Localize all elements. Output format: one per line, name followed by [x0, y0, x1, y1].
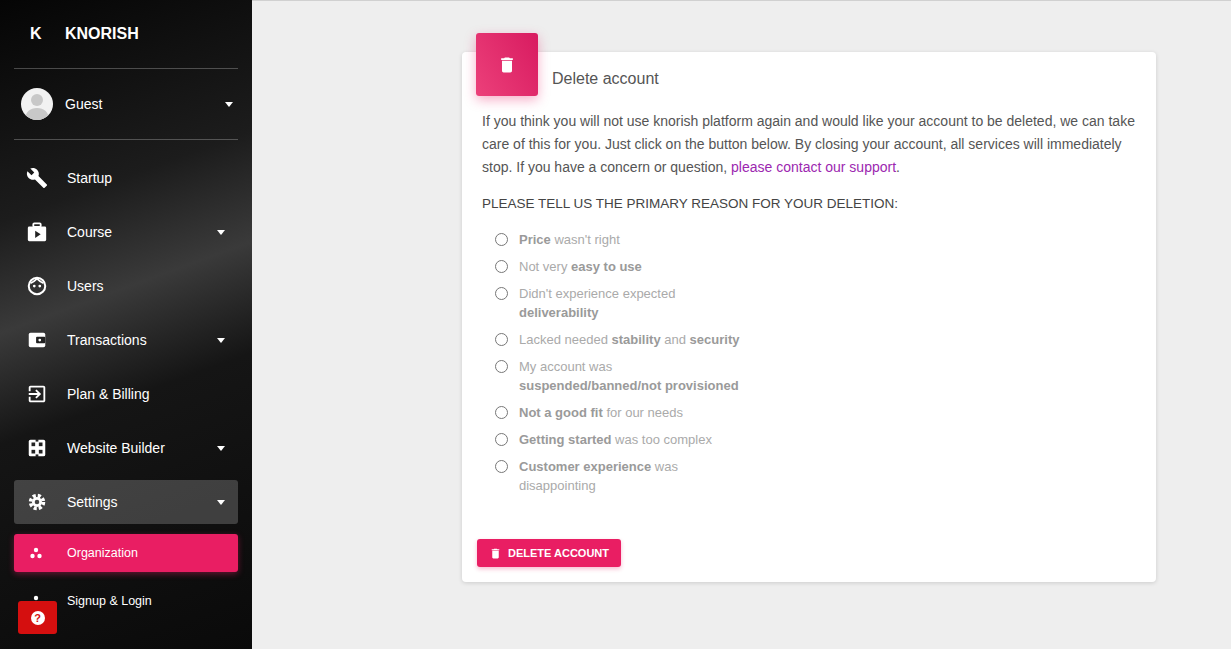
- brand-logo[interactable]: K: [30, 25, 65, 43]
- sidebar-item-label[interactable]: Settings: [67, 494, 118, 510]
- reason-text[interactable]: for our needs: [603, 405, 683, 420]
- radio-button[interactable]: [495, 260, 508, 273]
- face-icon: [26, 275, 48, 297]
- reason-option[interactable]: Not a good fit for our needs: [495, 403, 1136, 422]
- caret-icon: [217, 500, 225, 505]
- reason-option[interactable]: Customer experience was disappointing: [495, 457, 1136, 495]
- radio-button[interactable]: [495, 460, 508, 473]
- reason-text[interactable]: security: [690, 332, 740, 347]
- help-button[interactable]: ?: [18, 601, 57, 634]
- sidebar-item[interactable]: Startup: [14, 156, 238, 200]
- reason-text[interactable]: and: [661, 332, 690, 347]
- radio-button[interactable]: [495, 333, 508, 346]
- sidebar-item[interactable]: Course: [14, 210, 238, 254]
- delete-account-button[interactable]: DELETE ACCOUNT: [477, 539, 621, 567]
- reason-text[interactable]: deliverability: [519, 305, 598, 320]
- help-icon[interactable]: ?: [31, 611, 45, 625]
- sidebar-item[interactable]: Plan & Billing: [14, 372, 238, 416]
- reason-text[interactable]: Customer experience: [519, 459, 651, 474]
- brand[interactable]: KKNORISH: [0, 0, 252, 68]
- reason-text[interactable]: wasn't right: [551, 232, 620, 247]
- reason-label[interactable]: Price wasn't right: [519, 230, 751, 249]
- reason-text[interactable]: My account was: [519, 359, 612, 374]
- reason-text[interactable]: Price: [519, 232, 551, 247]
- reason-label[interactable]: My account was suspended/banned/not prov…: [519, 357, 751, 395]
- radio-button[interactable]: [495, 406, 508, 419]
- reason-text[interactable]: was too complex: [611, 432, 711, 447]
- delete-account-card: Delete account If you think you will not …: [462, 52, 1156, 582]
- reason-label[interactable]: Not very easy to use: [519, 257, 751, 276]
- sidebar-menu: Startup Course Users Transactions Plan & Bil…: [0, 140, 252, 620]
- trash-icon: [489, 547, 502, 560]
- organization-icon: [30, 547, 42, 559]
- support-link[interactable]: please contact our support: [731, 159, 896, 175]
- caret-icon: [217, 338, 225, 343]
- main-content: Delete account If you think you will not …: [252, 0, 1231, 649]
- reason-text[interactable]: Didn't experience expected: [519, 286, 675, 301]
- sidebar: KKNORISH Guest Startup Course Users Transacti…: [0, 0, 252, 649]
- sidebar-subitem-label[interactable]: Signup & Login: [67, 594, 152, 608]
- reason-text[interactable]: Not very: [519, 259, 571, 274]
- divider: [14, 68, 238, 69]
- intro-text: If you think you will not use knorish pl…: [482, 110, 1136, 179]
- reason-option[interactable]: My account was suspended/banned/not prov…: [495, 357, 1136, 395]
- radio-button[interactable]: [495, 433, 508, 446]
- reason-text[interactable]: Lacked needed: [519, 332, 612, 347]
- person-icon: [21, 88, 53, 120]
- intro-after: .: [896, 159, 900, 175]
- reason-list: Price wasn't right Not very easy to use Di…: [482, 230, 1136, 495]
- reason-label[interactable]: Getting started was too complex: [519, 430, 751, 449]
- sidebar-item-label[interactable]: Startup: [67, 170, 112, 186]
- reason-text[interactable]: easy to use: [571, 259, 642, 274]
- sidebar-item[interactable]: Website Builder: [14, 426, 238, 470]
- reason-label[interactable]: Customer experience was disappointing: [519, 457, 751, 495]
- user-menu[interactable]: Guest: [0, 69, 252, 139]
- radio-button[interactable]: [495, 233, 508, 246]
- builder-icon: [26, 437, 48, 459]
- card-header: Delete account: [482, 52, 1136, 96]
- radio-button[interactable]: [495, 287, 508, 300]
- sidebar-item-label[interactable]: Plan & Billing: [67, 386, 150, 402]
- wrench-icon: [26, 167, 48, 189]
- card-icon-box: [476, 33, 538, 96]
- radio-button[interactable]: [495, 360, 508, 373]
- card-title: Delete account: [552, 69, 659, 89]
- reason-text[interactable]: suspended/banned/not provisioned: [519, 378, 739, 393]
- brand-name[interactable]: KNORISH: [65, 25, 139, 43]
- caret-icon: [217, 446, 225, 451]
- caret-icon: [225, 102, 233, 107]
- question-label: PLEASE TELL US THE PRIMARY REASON FOR YO…: [482, 194, 1136, 214]
- gear-icon: [26, 491, 48, 513]
- reason-label[interactable]: Didn't experience expected deliverabilit…: [519, 284, 751, 322]
- sidebar-subitem[interactable]: Organization: [14, 534, 238, 572]
- reason-option[interactable]: Didn't experience expected deliverabilit…: [495, 284, 1136, 322]
- reason-text[interactable]: Getting started: [519, 432, 611, 447]
- caret-icon: [217, 230, 225, 235]
- button-label[interactable]: DELETE ACCOUNT: [508, 547, 609, 559]
- reason-text[interactable]: stability: [612, 332, 661, 347]
- reason-option[interactable]: Not very easy to use: [495, 257, 1136, 276]
- sidebar-item[interactable]: Settings: [14, 480, 238, 524]
- user-name[interactable]: Guest: [65, 96, 102, 112]
- course-icon: [26, 221, 48, 243]
- sidebar-item-label[interactable]: Users: [67, 278, 104, 294]
- reason-label[interactable]: Not a good fit for our needs: [519, 403, 751, 422]
- sidebar-item[interactable]: Users: [14, 264, 238, 308]
- sidebar-item-label[interactable]: Transactions: [67, 332, 147, 348]
- sidebar-item-label[interactable]: Course: [67, 224, 112, 240]
- sidebar-item[interactable]: Transactions: [14, 318, 238, 362]
- sidebar-item-label[interactable]: Website Builder: [67, 440, 165, 456]
- sidebar-subitem-label[interactable]: Organization: [67, 546, 138, 560]
- reason-option[interactable]: Getting started was too complex: [495, 430, 1136, 449]
- wallet-icon: [26, 329, 48, 351]
- reason-label[interactable]: Lacked needed stability and security: [519, 330, 751, 349]
- divider: [14, 139, 238, 140]
- avatar-icon: [21, 88, 53, 120]
- reason-option[interactable]: Lacked needed stability and security: [495, 330, 1136, 349]
- reason-text[interactable]: Not a good fit: [519, 405, 603, 420]
- billing-icon: [26, 383, 48, 405]
- trash-icon: [497, 55, 517, 75]
- reason-option[interactable]: Price wasn't right: [495, 230, 1136, 249]
